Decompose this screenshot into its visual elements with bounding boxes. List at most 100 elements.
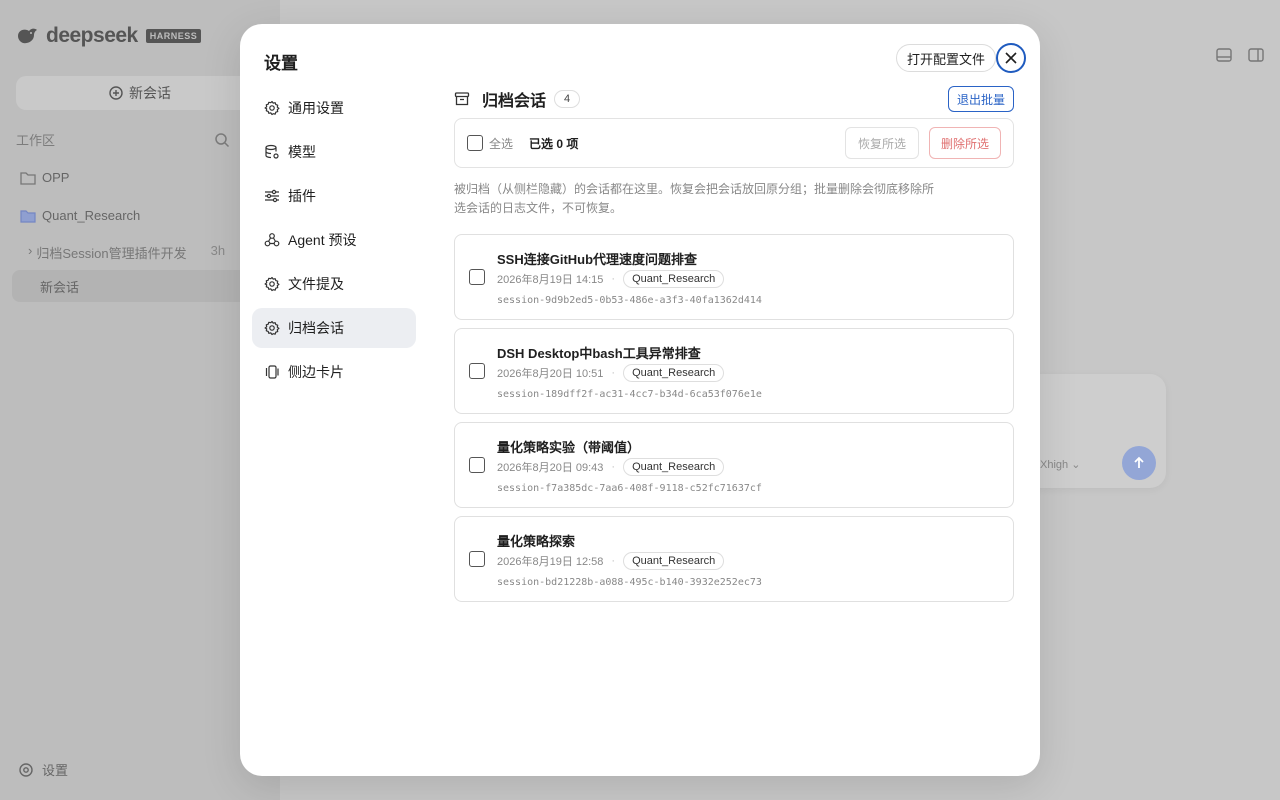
session-label: 新会话 [40,279,80,295]
session-title: 量化策略探索 [497,534,576,549]
row-checkbox[interactable] [469,457,485,473]
sidebar-settings-button[interactable]: 设置 [18,760,68,779]
nav-item-plugins[interactable]: 插件 [252,176,416,216]
gear-icon [264,100,280,116]
logo-badge: HARNESS [145,29,202,43]
cards-icon [265,365,279,379]
workspace-tag: Quant_Research [623,552,725,570]
new-chat-button[interactable]: 新会话 [16,76,264,110]
row-checkbox[interactable] [469,363,485,379]
settings-nav: 通用设置 模型 插件 Agent 预设 文件提及 归档会话 侧边卡片 [252,88,416,396]
logo-text: deepseek [46,24,138,47]
gear-icon [264,320,280,336]
session-time: 3h [210,243,226,258]
section-description: 被归档（从侧栏隐藏）的会话都在这里。恢复会把会话放回原分组；批量删除会彻底移除所… [454,182,935,215]
select-all-label[interactable]: 全选 [489,135,513,152]
workspace-item-quant-research[interactable]: Quant_Research [20,208,140,223]
session-row[interactable]: DSH Desktop中bash工具异常排查 2026年8月20日 10:51 … [454,328,1014,414]
workspace-item-opp[interactable]: OPP [20,170,69,185]
folder-icon [20,171,36,185]
new-chat-label: 新会话 [129,85,171,101]
session-date: 2026年8月19日 14:15 [497,274,604,286]
session-title: SSH连接GitHub代理速度问题排查 [497,252,698,267]
session-id: session-189dff2f-ac31-4cc7-b34d-6ca53f07… [497,389,762,400]
settings-label: 设置 [42,763,69,778]
nav-item-general[interactable]: 通用设置 [252,88,416,128]
archived-sessions-panel: 归档会话 4 退出批量 全选 已选 0 项 恢复所选 删除所选 被归档（从侧栏隐… [454,86,1014,610]
row-checkbox[interactable] [469,551,485,567]
arrow-up-icon [1134,456,1144,468]
workspace-tag: Quant_Research [623,364,725,382]
close-button[interactable] [996,43,1026,73]
section-title: 归档会话 [482,93,547,110]
plus-circle-icon [109,86,123,100]
session-meta: 2026年8月19日 12:58 · Quant_Research [497,552,725,570]
session-meta: 2026年8月19日 14:15 · Quant_Research [497,270,725,288]
selected-count: 已选 0 项 [529,136,579,151]
session-title: 量化策略实验（带阈值） [497,440,641,455]
session-title: DSH Desktop中bash工具异常排查 [497,346,701,361]
gear-icon [264,276,280,292]
whale-logo-icon [18,28,37,44]
separator-dot: · [611,461,616,473]
workspace-tag: Quant_Research [623,458,725,476]
nav-item-model[interactable]: 模型 [252,132,416,172]
restore-selected-button[interactable]: 恢复所选 [844,127,919,159]
workspace-tag: Quant_Research [623,270,725,288]
nav-item-file-mentions[interactable]: 文件提及 [252,264,416,304]
session-id: session-bd21228b-a088-495c-b140-3932e252… [497,577,762,588]
session-date: 2026年8月20日 10:51 [497,368,604,380]
session-date: 2026年8月20日 09:43 [497,462,604,474]
session-item[interactable]: › 归档Session管理插件开发 3h [28,243,225,262]
app-logo: deepseek HARNESS [16,24,202,48]
nav-label: 通用设置 [288,100,344,116]
send-button[interactable] [1122,446,1156,480]
nav-item-agent-presets[interactable]: Agent 预设 [252,220,416,260]
session-id: session-f7a385dc-7aa6-408f-9118-c52fc716… [497,483,762,494]
nav-label: 插件 [288,188,316,204]
panel-icon[interactable] [1216,48,1232,62]
session-label: 归档Session管理插件开发 [36,246,187,261]
nav-item-side-cards[interactable]: 侧边卡片 [252,352,416,392]
separator-dot: · [611,367,616,379]
workspace-label: 工作区 [16,133,56,148]
workspace-header: 工作区 [16,130,264,149]
nav-item-archived-sessions[interactable]: 归档会话 [252,308,416,348]
modal-title: 设置 [264,54,298,73]
session-meta: 2026年8月20日 10:51 · Quant_Research [497,364,725,382]
close-icon [1005,52,1017,64]
gear-icon [19,762,33,777]
session-date: 2026年8月19日 12:58 [497,556,604,568]
archive-icon [454,92,470,106]
count-badge: 4 [554,90,581,108]
session-row[interactable]: 量化策略探索 2026年8月19日 12:58 · Quant_Research… [454,516,1014,602]
search-icon[interactable] [214,132,230,148]
open-config-button[interactable]: 打开配置文件 [896,44,997,72]
session-id: session-9d9b2ed5-0b53-486e-a3f3-40fa1362… [497,295,762,306]
session-row[interactable]: 量化策略实验（带阈值） 2026年8月20日 09:43 · Quant_Res… [454,422,1014,508]
archived-session-list: SSH连接GitHub代理速度问题排查 2026年8月19日 14:15 · Q… [454,234,1014,602]
section-header: 归档会话 4 退出批量 [454,86,1014,112]
row-checkbox[interactable] [469,269,485,285]
sliders-icon [265,189,279,203]
folder-open-icon [20,209,36,223]
model-selector[interactable]: Xhigh ⌄ [1040,458,1080,471]
separator-dot: · [611,273,616,285]
delete-selected-button[interactable]: 删除所选 [928,127,1001,159]
separator-dot: · [611,555,616,567]
nav-label: 侧边卡片 [288,364,344,380]
agent-icon [264,233,280,247]
split-view-icon[interactable] [1248,48,1264,62]
session-row[interactable]: SSH连接GitHub代理速度问题排查 2026年8月19日 14:15 · Q… [454,234,1014,320]
nav-label: 归档会话 [288,320,344,336]
select-all-checkbox[interactable] [467,135,483,151]
exit-batch-button[interactable]: 退出批量 [947,86,1014,112]
workspace-name: Quant_Research [42,208,141,223]
nav-label: Agent 预设 [288,232,357,248]
background-sidebar: deepseek HARNESS 新会话 工作区 OPP Quant_Resea… [0,0,280,800]
session-meta: 2026年8月20日 09:43 · Quant_Research [497,458,725,476]
nav-label: 模型 [288,144,316,160]
nav-label: 文件提及 [288,276,344,292]
window-tools [1216,48,1264,62]
database-icon [265,144,279,159]
